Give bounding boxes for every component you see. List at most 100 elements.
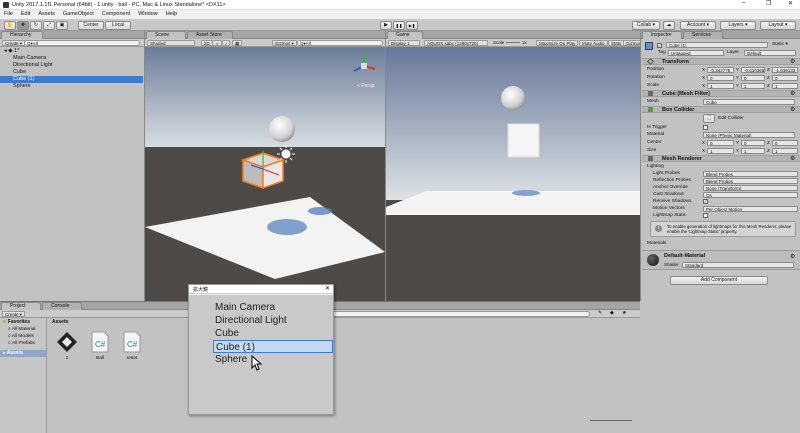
settings-gear-icon[interactable]: ⚙ [790,106,795,113]
add-component-button[interactable]: Add Component [670,276,768,285]
display-dropdown[interactable]: Display 1 [388,39,420,46]
maximize-button[interactable]: ❐ [766,0,771,7]
tab-asset-store[interactable]: Asset Store [187,31,233,39]
size-y-field[interactable]: 1 [741,147,765,154]
star-icon[interactable]: ★ [622,310,626,316]
asset-item-reset[interactable]: C# reset [120,330,144,366]
hierarchy-search-input[interactable]: Q▾All [24,39,140,46]
layout-button[interactable]: Layout ▾ [760,20,796,30]
anchor-override-field[interactable]: None (Transform) [703,184,798,191]
cloud-button[interactable]: ☁ [663,20,675,30]
asset-item-ball[interactable]: C# Ball [88,330,112,366]
static-toggle[interactable]: Static ▾ [772,42,788,47]
favorite-all-materials[interactable]: ⌕ All Material [8,326,36,332]
hierarchy-item-directional-light[interactable]: Directional Light [0,62,143,69]
step-button[interactable]: ▶❚ [406,20,418,30]
box-collider-header[interactable]: Box Collider [642,106,800,113]
favorite-all-models[interactable]: ⌕ All Models [8,333,34,339]
active-checkbox[interactable]: ✓ [657,43,662,48]
cast-shadows-dropdown[interactable]: On [703,191,798,198]
project-create-button[interactable]: Create ▾ [2,310,26,317]
menu-edit[interactable]: Edit [17,10,34,17]
scene-search-input[interactable]: Q▾All [297,39,383,46]
center-x-field[interactable]: 0 [707,139,734,146]
favorites-item[interactable]: ★ Favorites [2,319,30,325]
scene-view[interactable]: < Persp [145,47,385,301]
lightmap-static-checkbox[interactable] [703,213,708,218]
tab-game[interactable]: Game [387,31,423,39]
lighting-toggle[interactable]: ☼ [212,39,223,46]
hierarchy-create-button[interactable]: Create ▾ [2,39,26,46]
tab-hierarchy[interactable]: Hierarchy [1,31,43,39]
label-icon[interactable]: ◆ [610,310,614,316]
rotate-tool-button[interactable]: ↻ [30,20,42,30]
effects-toggle[interactable]: ▦ [232,39,243,46]
edit-collider-button[interactable]: ⛶ [703,114,715,123]
rotation-y-field[interactable]: 0 [741,74,765,81]
aspect-dropdown[interactable]: AQUOS sabc (1280x720) [424,39,488,46]
scale-slider[interactable] [506,42,520,43]
collab-button[interactable]: Collab ▾ [632,20,660,30]
maximize-on-play-toggle[interactable]: Maximize On Play [536,39,579,46]
scene-gizmos-dropdown[interactable]: Gizmos ▾ [272,39,297,46]
mesh-filter-header[interactable]: Cube (Mesh Filter) [642,90,800,97]
tab-project[interactable]: Project [1,302,41,310]
thumbnail-size-slider[interactable] [590,420,632,421]
stats-toggle[interactable]: Stats [608,39,625,46]
game-gizmos-dropdown[interactable]: Gizmos ▾ [623,39,641,50]
menu-window[interactable]: Window [134,10,162,17]
asset-item-1[interactable]: 1 [55,330,79,366]
hierarchy-item-sphere[interactable]: Sphere [0,83,143,90]
tab-scene[interactable]: Scene [146,31,186,39]
menu-gameobject[interactable]: GameObject [59,10,98,17]
receive-shadows-checkbox[interactable]: ✓ [703,199,708,204]
menu-file[interactable]: File [0,10,17,17]
size-z-field[interactable]: 1 [772,147,798,154]
is-trigger-checkbox[interactable] [703,125,708,130]
pause-button[interactable]: ❚❚ [393,20,405,30]
space-toggle-button[interactable]: Local [105,20,131,30]
rect-tool-button[interactable]: ▣ [56,20,68,30]
settings-gear-icon[interactable]: ⚙ [790,58,795,65]
scale-z-field[interactable]: 1 [772,82,798,89]
settings-gear-icon[interactable]: ⚙ [790,155,795,162]
object-name-input[interactable]: Cube (1) [666,42,768,48]
game-view[interactable] [386,47,641,301]
reflection-probes-dropdown[interactable]: Blend Probes [703,177,798,184]
menu-assets[interactable]: Assets [34,10,59,17]
tag-dropdown[interactable]: Untagged [668,50,724,56]
close-button[interactable]: ✕ [788,0,793,7]
project-search-input[interactable] [330,310,590,317]
tab-inspector[interactable]: Inspector [642,31,682,39]
shading-mode-dropdown[interactable]: Shaded [147,39,195,46]
rotation-x-field[interactable]: 0 [707,74,734,81]
play-button[interactable]: ▶ [380,20,392,30]
mute-audio-toggle[interactable]: Mute Audio [579,39,608,46]
magnifier-close-icon[interactable]: ✕ [325,285,330,292]
scale-x-field[interactable]: 1 [707,82,734,89]
position-x-field[interactable]: -0.342775 [707,66,734,73]
hierarchy-item-cube[interactable]: Cube [0,69,143,76]
account-button[interactable]: Account ▾ [680,20,716,30]
assets-folder-item[interactable]: ▸ Assets [0,350,46,357]
hand-tool-button[interactable]: ✋ [4,20,16,30]
settings-gear-icon[interactable]: ⚙ [790,253,795,260]
layer-dropdown[interactable]: Default [744,50,796,56]
tab-services[interactable]: Services [683,31,723,39]
magnifier-titlebar[interactable]: 拡大鏡 ✕ [189,285,333,294]
center-z-field[interactable]: 0 [772,139,798,146]
hierarchy-item-main-camera[interactable]: Main Camera [0,55,143,62]
position-z-field[interactable]: -1.636133 [772,66,798,73]
filter-icon[interactable]: ✎ [598,310,602,316]
rotation-z-field[interactable]: 0 [772,74,798,81]
mesh-field[interactable]: Cube [703,98,795,105]
center-y-field[interactable]: 0 [741,139,765,146]
collider-material-field[interactable]: None (Physic Material) [703,131,795,138]
pivot-toggle-button[interactable]: Center [78,20,104,30]
scale-tool-button[interactable]: ⤢ [43,20,55,30]
scene-root-item[interactable]: ◂ ◆ 1* [0,48,143,55]
minimize-button[interactable]: – [742,0,745,6]
shader-dropdown[interactable]: Standard [682,262,794,268]
motion-vectors-dropdown[interactable]: Per Object Motion [703,205,798,212]
position-y-field[interactable]: -0.6103652 [741,66,765,73]
